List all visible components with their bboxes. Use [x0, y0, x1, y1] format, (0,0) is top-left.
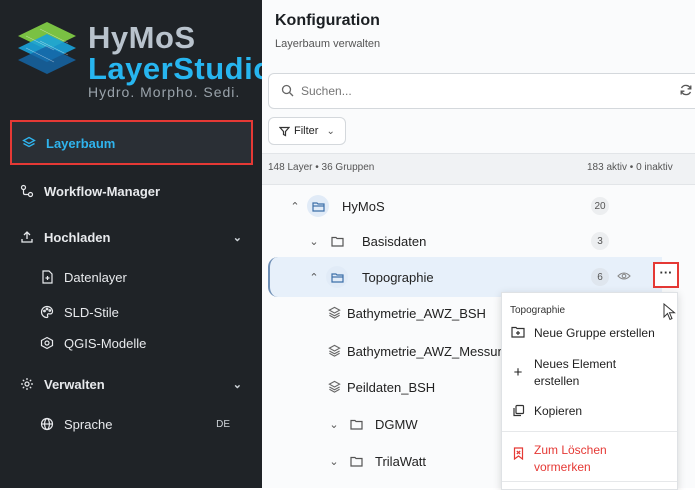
- page-subtitle: Layerbaum verwalten: [275, 38, 381, 50]
- sidebar-item-label: Verwalten: [44, 376, 105, 392]
- menu-item-label: Neues Element erstellen: [534, 356, 616, 390]
- search-input[interactable]: [299, 83, 633, 99]
- page-title: Konfiguration: [275, 12, 380, 29]
- more-icon: ···: [659, 265, 673, 280]
- tree-node-label: Bathymetrie_AWZ_BSH: [347, 305, 486, 321]
- copy-icon: [510, 404, 526, 417]
- filter-label: Filter: [294, 125, 319, 137]
- menu-item-label-line1: Neues Element: [534, 357, 617, 371]
- layers-icon: [328, 380, 341, 396]
- tree-node-label: TrilaWatt: [375, 453, 427, 469]
- upload-icon: [18, 228, 36, 246]
- layer-stack-logo-icon: [18, 22, 76, 74]
- tree-node-label: Bathymetrie_AWZ_Messungen: [347, 343, 527, 359]
- sidebar-item-hochladen[interactable]: Hochladen ⌄: [18, 222, 242, 252]
- logo-line2: LayerStudio: [88, 51, 273, 86]
- palette-icon: [38, 303, 56, 321]
- file-plus-icon: [38, 268, 56, 286]
- plus-icon: +: [513, 364, 523, 381]
- tree-node-basisdaten[interactable]: ⌄ Basisdaten 3: [262, 226, 695, 256]
- chevron-up-icon[interactable]: ⌃: [307, 271, 321, 284]
- layers-icon: [20, 134, 38, 152]
- tree-node-label: HyMoS: [342, 198, 385, 214]
- workflow-icon: [18, 182, 36, 200]
- tree-stats-bar: 148 Layer • 36 Gruppen 183 aktiv • 0 ina…: [262, 153, 695, 185]
- sidebar-item-verwalten[interactable]: Verwalten ⌄: [18, 369, 242, 399]
- context-menu-header: Topographie: [510, 305, 566, 316]
- sidebar-item-sprache[interactable]: Sprache DE: [38, 409, 238, 439]
- sidebar: HyMoS LayerStudio Hydro. Morpho. Sedi. L…: [0, 0, 272, 488]
- menu-item-label: Kopieren: [534, 404, 583, 418]
- chevron-down-icon: ⌄: [326, 125, 335, 137]
- eye-icon[interactable]: [617, 270, 631, 285]
- chevron-down-icon[interactable]: ⌄: [307, 235, 321, 248]
- tree-node-label: Basisdaten: [362, 233, 427, 249]
- tree-node-topographie[interactable]: ⌃ Topographie 6: [262, 262, 695, 292]
- bookmark-delete-icon: [510, 447, 526, 460]
- tree-node-hymos[interactable]: ⌃ HyMoS 20: [262, 191, 695, 221]
- folder-icon: [347, 416, 365, 432]
- context-menu: Topographie Neue Gruppe erstellen + Neue…: [501, 292, 678, 490]
- mouse-pointer-icon: [663, 302, 677, 326]
- refresh-icon[interactable]: [679, 83, 693, 102]
- folder-icon: [328, 233, 346, 249]
- logo-line1: HyMoS: [88, 20, 196, 55]
- menu-item-label: Neue Gruppe erstellen: [534, 326, 655, 340]
- sidebar-item-workflow-manager[interactable]: Workflow-Manager: [18, 176, 160, 206]
- child-count-badge: 20: [591, 197, 609, 215]
- menu-item-label-line1: Zum Löschen: [534, 443, 607, 457]
- menu-item-label-line2: vormerken: [534, 460, 591, 474]
- sidebar-item-label: Datenlayer: [64, 269, 127, 285]
- menu-item-new-group[interactable]: Neue Gruppe erstellen: [510, 326, 655, 340]
- menu-item-mark-delete[interactable]: Zum Löschen vormerken: [510, 442, 607, 476]
- app-logo: HyMoS LayerStudio Hydro. Morpho. Sedi.: [0, 0, 272, 110]
- sidebar-item-layerbaum[interactable]: Layerbaum: [10, 120, 253, 165]
- sidebar-item-label: SLD-Stile: [64, 304, 119, 320]
- chevron-down-icon[interactable]: ⌄: [327, 418, 341, 431]
- search-box: [268, 73, 695, 109]
- qgis-icon: [38, 334, 56, 352]
- settings-icon: [18, 375, 36, 393]
- folder-open-icon: [307, 195, 329, 217]
- sidebar-item-sld-stile[interactable]: SLD-Stile: [38, 297, 119, 327]
- layer-group-count: 148 Layer • 36 Gruppen: [268, 162, 375, 173]
- menu-item-new-element[interactable]: + Neues Element erstellen: [510, 356, 616, 390]
- more-actions-button[interactable]: ···: [653, 262, 679, 288]
- folder-icon: [347, 453, 365, 469]
- sidebar-item-datenlayer[interactable]: Datenlayer: [38, 262, 127, 292]
- logo-title: HyMoS LayerStudio: [88, 22, 273, 84]
- chevron-down-icon[interactable]: ⌄: [327, 455, 341, 468]
- chevron-up-icon[interactable]: ⌃: [288, 200, 302, 213]
- tree-node-label: DGMW: [375, 416, 418, 432]
- filter-icon: [279, 126, 290, 137]
- chevron-down-icon: ⌄: [232, 231, 242, 244]
- child-count-badge: 3: [591, 232, 609, 250]
- folder-plus-icon: [510, 326, 526, 338]
- child-count-badge: 6: [591, 268, 609, 286]
- menu-divider: [502, 481, 677, 482]
- layers-icon: [328, 306, 341, 322]
- active-inactive-count: 183 aktiv • 0 inaktiv: [587, 162, 673, 173]
- sidebar-item-label: Sprache: [64, 416, 113, 432]
- sidebar-item-label: Workflow-Manager: [44, 183, 161, 199]
- logo-tagline: Hydro. Morpho. Sedi.: [88, 84, 241, 100]
- menu-item-label: Zum Löschen vormerken: [534, 442, 607, 476]
- folder-open-icon: [326, 266, 348, 288]
- chevron-down-icon: ⌄: [232, 378, 242, 391]
- search-icon: [281, 84, 294, 102]
- menu-item-copy[interactable]: Kopieren: [510, 404, 582, 418]
- sidebar-item-label: QGIS-Modelle: [64, 335, 147, 351]
- menu-divider: [502, 431, 677, 432]
- sidebar-item-label: Hochladen: [44, 229, 111, 245]
- menu-item-label-line2: erstellen: [534, 374, 580, 388]
- layers-icon: [328, 344, 341, 360]
- globe-icon: [38, 415, 56, 433]
- sidebar-item-label: Layerbaum: [46, 135, 116, 151]
- sidebar-item-qgis-modelle[interactable]: QGIS-Modelle: [38, 328, 146, 358]
- language-code: DE: [216, 418, 230, 430]
- tree-node-label: Peildaten_BSH: [347, 379, 436, 395]
- filter-button[interactable]: Filter ⌄: [268, 117, 346, 145]
- tree-node-label: Topographie: [362, 269, 434, 285]
